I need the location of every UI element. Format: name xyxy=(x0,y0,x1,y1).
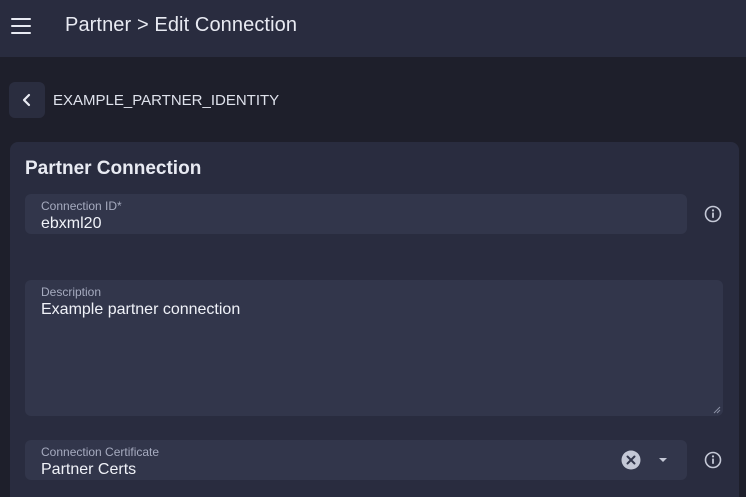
connection-certificate-label: Connection Certificate xyxy=(41,445,160,459)
connection-id-label: Connection ID* xyxy=(41,199,122,213)
connection-id-field[interactable]: Connection ID* ebxml20 xyxy=(25,194,687,234)
page-title: Partner > Edit Connection xyxy=(65,14,298,36)
partner-identity-label: EXAMPLE_PARTNER_IDENTITY xyxy=(53,92,280,109)
info-icon[interactable] xyxy=(704,205,722,223)
top-app-bar: Partner > Edit Connection xyxy=(0,0,746,57)
back-button[interactable] xyxy=(9,82,45,118)
description-label: Description xyxy=(41,285,102,299)
connection-id-value[interactable]: ebxml20 xyxy=(41,215,101,233)
connection-certificate-value: Partner Certs xyxy=(41,461,137,478)
dropdown-arrow-icon[interactable] xyxy=(656,455,670,465)
partner-connection-card: Partner Connection Connection ID* ebxml2… xyxy=(10,142,739,497)
clear-icon[interactable] xyxy=(621,450,641,470)
description-value[interactable]: Example partner connection xyxy=(41,301,240,319)
card-title: Partner Connection xyxy=(25,158,202,179)
chevron-left-icon xyxy=(22,93,31,107)
connection-certificate-select[interactable]: Connection Certificate Partner Certs xyxy=(25,440,687,480)
description-field[interactable]: Description Example partner connection xyxy=(25,280,723,416)
hamburger-menu-icon[interactable] xyxy=(10,16,32,36)
info-icon[interactable] xyxy=(704,451,722,469)
resize-handle-icon[interactable] xyxy=(713,406,721,414)
